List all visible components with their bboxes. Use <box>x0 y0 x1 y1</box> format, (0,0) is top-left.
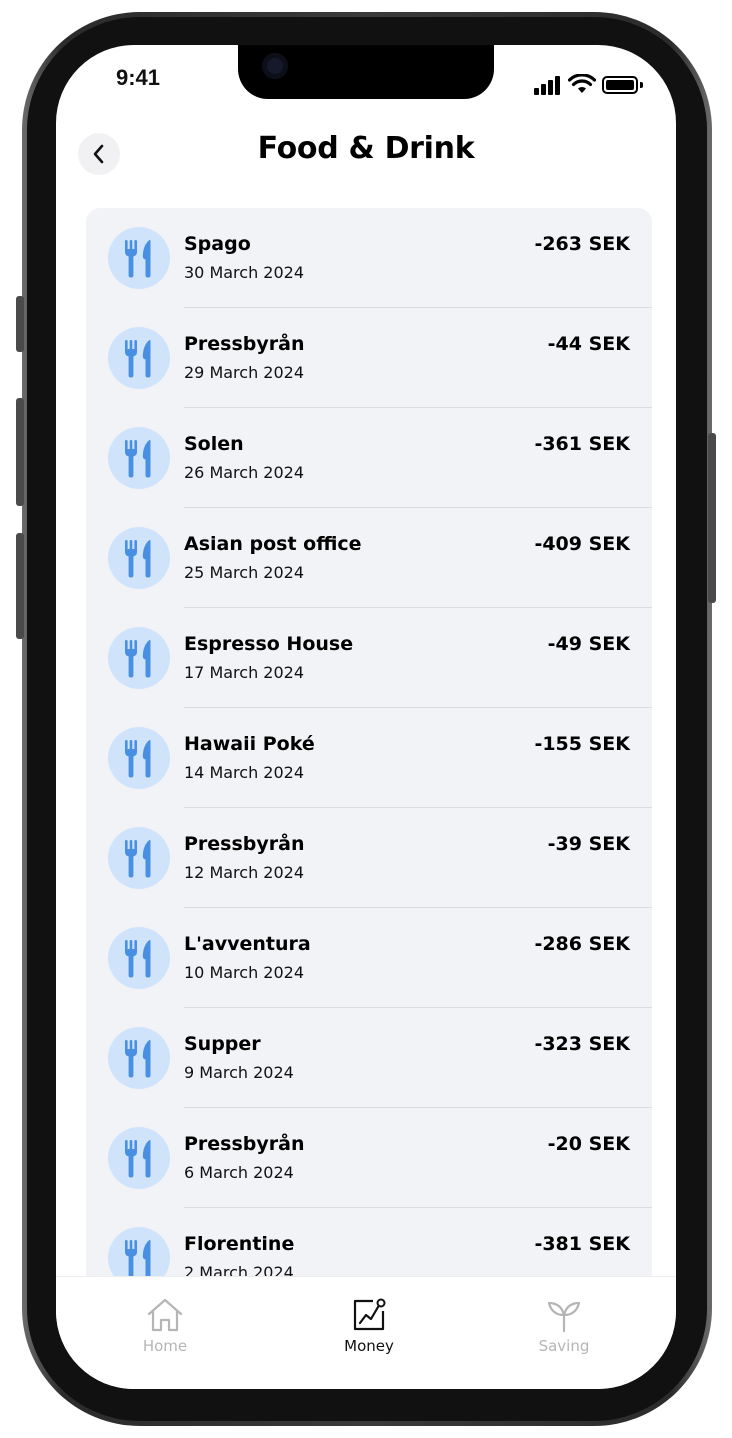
wifi-icon <box>568 74 596 93</box>
cutlery-icon <box>108 427 170 489</box>
merchant-name: Supper <box>184 1033 261 1055</box>
tab-home[interactable]: Home <box>95 1295 235 1355</box>
cutlery-icon <box>108 727 170 789</box>
merchant-name: Hawaii Poké <box>184 733 315 755</box>
merchant-name: Pressbyrån <box>184 333 305 355</box>
transaction-date: 10 March 2024 <box>184 963 305 982</box>
cutlery-icon <box>108 827 170 889</box>
transaction-date: 14 March 2024 <box>184 763 305 782</box>
transaction-date: 30 March 2024 <box>184 263 305 282</box>
merchant-name: Pressbyrån <box>184 1133 305 1155</box>
transaction-row[interactable]: Asian post office 25 March 2024 -409 SEK <box>86 508 652 608</box>
sprout-icon <box>547 1301 581 1333</box>
merchant-name: Espresso House <box>184 633 354 655</box>
cutlery-icon <box>108 627 170 689</box>
power-button <box>708 433 716 603</box>
transaction-row[interactable]: L'avventura 10 March 2024 -286 SEK <box>86 908 652 1008</box>
transaction-amount: -155 SEK <box>534 733 630 755</box>
status-time: 9:41 <box>116 65 161 90</box>
transaction-amount: -409 SEK <box>534 533 630 555</box>
home-icon <box>147 1298 183 1332</box>
transaction-amount: -381 SEK <box>534 1233 630 1255</box>
cutlery-icon <box>108 927 170 989</box>
notch <box>238 45 494 99</box>
transaction-date: 17 March 2024 <box>184 663 305 682</box>
transaction-amount: -44 SEK <box>547 333 630 355</box>
tab-saving[interactable]: Saving <box>494 1295 634 1355</box>
transaction-row[interactable]: Hawaii Poké 14 March 2024 -155 SEK <box>86 708 652 808</box>
transaction-date: 25 March 2024 <box>184 563 305 582</box>
cutlery-icon <box>108 227 170 289</box>
transaction-row[interactable]: Supper 9 March 2024 -323 SEK <box>86 1008 652 1108</box>
merchant-name: Solen <box>184 433 244 455</box>
tab-label: Money <box>344 1337 394 1355</box>
transaction-amount: -361 SEK <box>534 433 630 455</box>
cutlery-icon <box>108 327 170 389</box>
transaction-row[interactable]: Pressbyrån 6 March 2024 -20 SEK <box>86 1108 652 1208</box>
cutlery-icon <box>108 1027 170 1089</box>
merchant-name: Spago <box>184 233 251 255</box>
screen: 9:41 Food & Drink Spago 30 March 2024 -2… <box>56 45 676 1389</box>
transaction-row[interactable]: Pressbyrån 29 March 2024 -44 SEK <box>86 308 652 408</box>
tab-label: Home <box>142 1337 188 1355</box>
transaction-date: 29 March 2024 <box>184 363 305 382</box>
transaction-row[interactable]: Pressbyrån 12 March 2024 -39 SEK <box>86 808 652 908</box>
transaction-date: 6 March 2024 <box>184 1163 294 1182</box>
transaction-date: 26 March 2024 <box>184 463 305 482</box>
page-title: Food & Drink <box>257 131 475 166</box>
chart-icon <box>353 1298 386 1331</box>
transaction-amount: -20 SEK <box>547 1133 630 1155</box>
transaction-row[interactable]: Espresso House 17 March 2024 -49 SEK <box>86 608 652 708</box>
merchant-name: Pressbyrån <box>184 833 305 855</box>
cutlery-icon <box>108 527 170 589</box>
status-icons <box>534 73 644 95</box>
battery-icon <box>602 76 638 94</box>
merchant-name: Asian post office <box>184 533 362 555</box>
transaction-amount: -263 SEK <box>534 233 630 255</box>
volume-down-button <box>16 533 24 639</box>
transaction-amount: -49 SEK <box>547 633 630 655</box>
transaction-amount: -286 SEK <box>534 933 630 955</box>
merchant-name: Florentine <box>184 1233 295 1255</box>
tab-money[interactable]: Money <box>299 1295 439 1355</box>
tab-label: Saving <box>538 1337 590 1355</box>
transaction-row[interactable]: Spago 30 March 2024 -263 SEK <box>86 208 652 308</box>
tab-bar: Home Money Saving <box>56 1276 676 1389</box>
cutlery-icon <box>108 1127 170 1189</box>
mute-switch <box>16 296 24 352</box>
front-camera <box>262 53 288 79</box>
transaction-amount: -39 SEK <box>547 833 630 855</box>
transaction-list: Spago 30 March 2024 -263 SEK Pressbyrån … <box>86 208 652 1328</box>
transaction-date: 9 March 2024 <box>184 1063 294 1082</box>
transaction-row[interactable]: Solen 26 March 2024 -361 SEK <box>86 408 652 508</box>
transaction-amount: -323 SEK <box>534 1033 630 1055</box>
merchant-name: L'avventura <box>184 933 311 955</box>
transaction-date: 12 March 2024 <box>184 863 305 882</box>
volume-up-button <box>16 398 24 506</box>
